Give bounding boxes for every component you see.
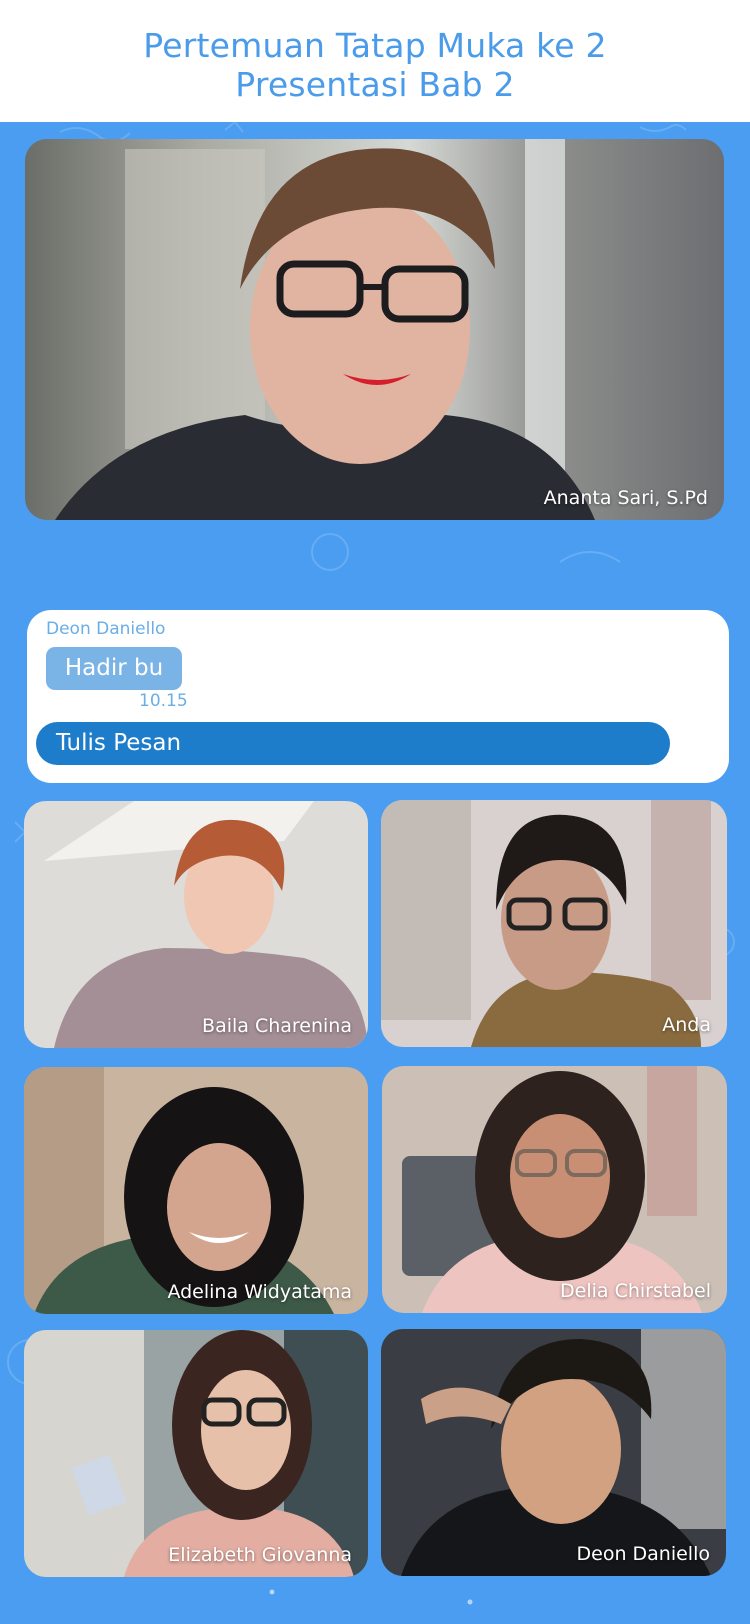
participant-tile-self[interactable]: Anda (381, 800, 727, 1047)
participant-tile-delia[interactable]: Delia Chirstabel (382, 1066, 727, 1313)
chat-sender-name: Deon Daniello (46, 619, 166, 639)
participant-video-feed (24, 801, 368, 1048)
participant-name-label: Delia Chirstabel (560, 1280, 711, 1302)
participant-tile-baila[interactable]: Baila Charenina (24, 801, 368, 1048)
participant-tile-deon[interactable]: Deon Daniello (381, 1329, 726, 1576)
participant-tile-elizabeth[interactable]: Elizabeth Giovanna (24, 1330, 368, 1577)
participant-video-feed (382, 1066, 727, 1313)
video-call-stage: Ananta Sari, S.Pd Deon Daniello Hadir bu… (0, 122, 750, 1624)
participant-name-label: Deon Daniello (576, 1543, 711, 1565)
message-input-placeholder: Tulis Pesan (56, 730, 182, 756)
participant-name-label: Baila Charenina (202, 1015, 352, 1037)
meeting-title: Pertemuan Tatap Muka ke 2 (143, 26, 607, 65)
chat-panel: Deon Daniello Hadir bu 10.15 Tulis Pesan (27, 610, 729, 783)
chat-message-bubble: Hadir bu (46, 647, 182, 690)
participant-name-label: Anda (662, 1014, 711, 1036)
participant-video-feed (24, 1330, 368, 1577)
meeting-header: Pertemuan Tatap Muka ke 2 Presentasi Bab… (0, 0, 750, 122)
teacher-video-tile[interactable]: Ananta Sari, S.Pd (25, 139, 724, 520)
meeting-subtitle: Presentasi Bab 2 (235, 65, 515, 104)
participant-name-label: Elizabeth Giovanna (168, 1544, 352, 1566)
participant-tile-adelina[interactable]: Adelina Widyatama (24, 1067, 368, 1314)
message-input[interactable]: Tulis Pesan (36, 722, 670, 765)
participant-video-feed (24, 1067, 368, 1314)
participant-name-label: Adelina Widyatama (167, 1281, 352, 1303)
chat-message-time: 10.15 (139, 691, 188, 711)
teacher-name-label: Ananta Sari, S.Pd (543, 487, 708, 509)
participant-video-feed (381, 1329, 726, 1576)
participant-video-feed (381, 800, 727, 1047)
teacher-video-feed (25, 139, 724, 520)
